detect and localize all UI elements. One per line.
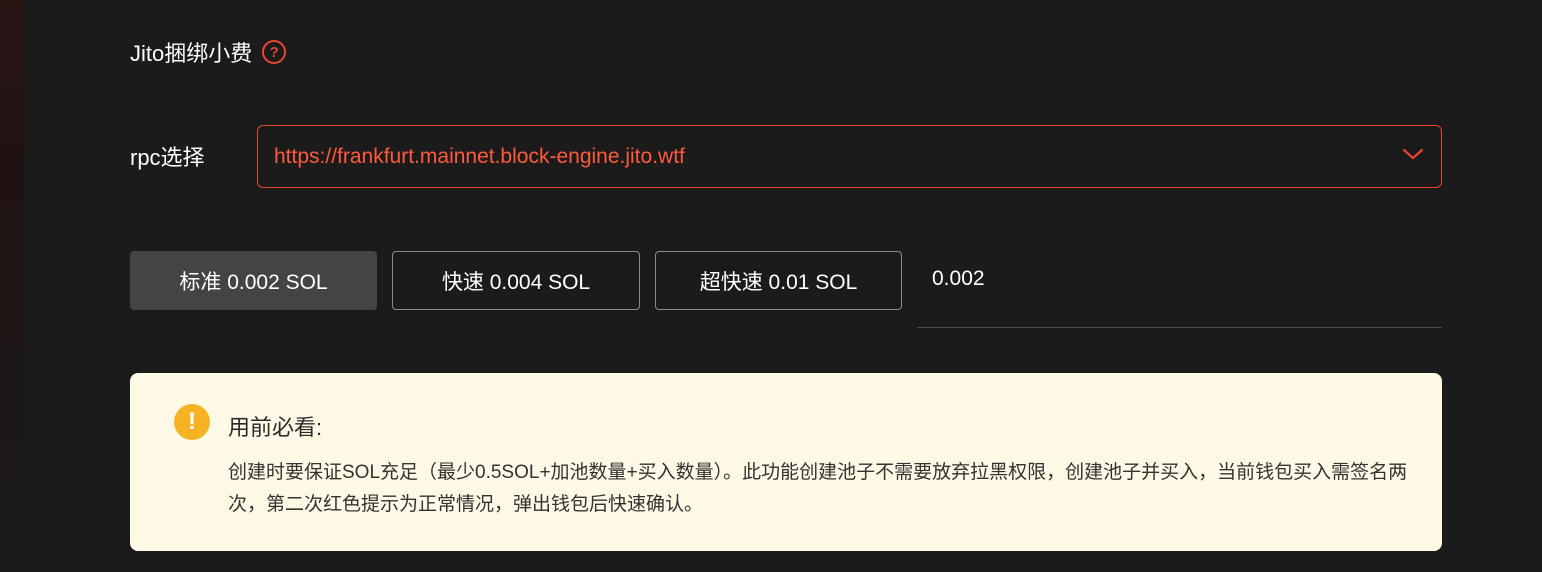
custom-fee-input[interactable] [932, 267, 1422, 291]
jito-settings-panel: Jito捆绑小费 ? rpc选择 https://frankfurt.mainn… [0, 0, 1542, 572]
notice-title: 用前必看: [228, 415, 323, 440]
notice-body: 创建时要保证SOL充足（最少0.5SOL+加池数量+买入数量）。此功能创建池子不… [228, 462, 1408, 515]
jito-tip-title: Jito捆绑小费 [130, 41, 253, 66]
warning-icon: ! [174, 404, 210, 440]
left-edge-decoration [0, 0, 25, 572]
fee-option-standard[interactable]: 标准 0.002 SOL [130, 251, 377, 310]
jito-tip-heading: Jito捆绑小费 ? [130, 36, 287, 68]
custom-fee-field [917, 251, 1442, 328]
rpc-selected-value: https://frankfurt.mainnet.block-engine.j… [274, 144, 685, 168]
chevron-down-icon [1402, 148, 1424, 160]
fee-option-fast[interactable]: 快速 0.004 SOL [392, 251, 640, 310]
rpc-label: rpc选择 [130, 145, 205, 170]
question-circle-icon[interactable]: ? [262, 40, 287, 64]
notice-box: ! 用前必看: 创建时要保证SOL充足（最少0.5SOL+加池数量+买入数量）。… [130, 373, 1442, 551]
fee-option-ultra-fast[interactable]: 超快速 0.01 SOL [655, 251, 902, 310]
rpc-select-dropdown[interactable]: https://frankfurt.mainnet.block-engine.j… [257, 125, 1442, 188]
